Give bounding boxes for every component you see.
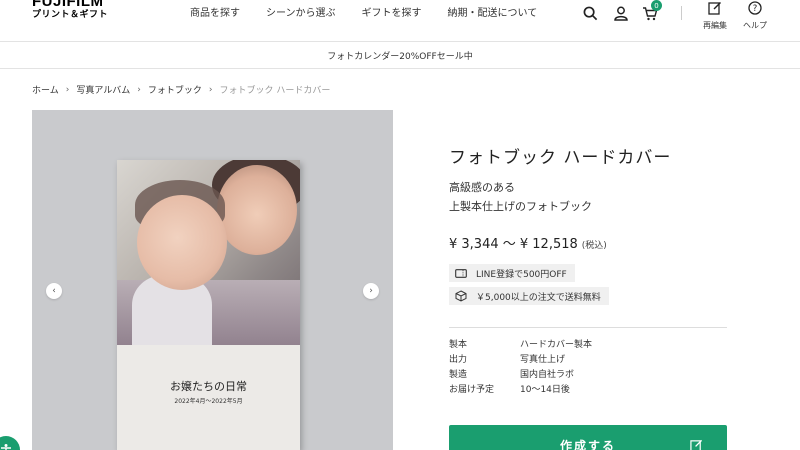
chevron-left-icon: ‹ bbox=[52, 286, 56, 296]
main-nav: 商品を探す シーンから選ぶ ギフトを探す 納期・配送について bbox=[190, 4, 537, 19]
search-icon[interactable] bbox=[580, 3, 600, 23]
help-label: ヘルプ bbox=[743, 21, 767, 30]
breadcrumb: ホーム › 写真アルバム › フォトブック › フォトブック ハードカバー bbox=[32, 83, 331, 97]
svg-text:?: ? bbox=[753, 4, 758, 14]
spec-key: 製本 bbox=[449, 340, 468, 350]
product-description: 高級感のある 上製本仕上げのフォトブック bbox=[449, 178, 592, 216]
banner-text: フォトカレンダー20%OFFセール中 bbox=[327, 51, 473, 62]
shipping-promo-badge: ￥5,000以上の注文で送料無料 bbox=[449, 287, 609, 305]
logo-text: FUJIFILM bbox=[32, 0, 104, 10]
product-price: ¥ 3,344 ～ ¥ 12,518 (税込) bbox=[449, 233, 607, 252]
spec-key: 出力 bbox=[449, 355, 468, 365]
product-desc-line: 高級感のある bbox=[449, 181, 515, 194]
book-cover-date: 2022年4月～2022年5月 bbox=[174, 398, 243, 405]
reorder-link[interactable]: 再編集 bbox=[695, 0, 735, 31]
price-range: ¥ 3,344 ～ ¥ 12,518 bbox=[449, 237, 578, 252]
account-icon[interactable] bbox=[611, 3, 631, 23]
help-icon: ? bbox=[748, 1, 762, 15]
spec-row: 製本 ハードカバー製本 bbox=[449, 336, 592, 351]
create-button[interactable]: 作成する bbox=[449, 425, 727, 450]
product-title: フォトブック ハードカバー bbox=[449, 148, 672, 168]
cart-count-badge: 0 bbox=[651, 0, 662, 11]
gallery-next-button[interactable]: › bbox=[363, 283, 379, 299]
sale-banner[interactable]: フォトカレンダー20%OFFセール中 bbox=[0, 41, 800, 69]
product-image-gallery[interactable]: お嬢たちの日常 2022年4月～2022年5月 ‹ › bbox=[32, 110, 393, 450]
create-button-label: 作成する bbox=[559, 438, 616, 450]
breadcrumb-current: フォトブック ハードカバー bbox=[219, 86, 331, 96]
chevron-right-icon: › bbox=[208, 84, 213, 95]
spec-row: お届け予定 10〜14日後 bbox=[449, 381, 592, 396]
spec-divider bbox=[449, 327, 727, 328]
book-cover-title: お嬢たちの日常 bbox=[170, 380, 247, 393]
help-link[interactable]: ? ヘルプ bbox=[735, 0, 775, 31]
spec-row: 出力 写真仕上げ bbox=[449, 351, 592, 366]
product-image-photobook: お嬢たちの日常 2022年4月～2022年5月 bbox=[117, 160, 300, 450]
header-divider bbox=[681, 6, 682, 20]
nav-item-scenes[interactable]: シーンから選ぶ bbox=[266, 4, 336, 19]
breadcrumb-albums[interactable]: 写真アルバム bbox=[76, 83, 130, 96]
product-specs: 製本 ハードカバー製本 出力 写真仕上げ 製造 国内自社ラボ お届け予定 10〜… bbox=[449, 336, 592, 396]
box-icon bbox=[454, 289, 468, 303]
gallery-prev-button[interactable]: ‹ bbox=[46, 283, 62, 299]
chevron-right-icon: › bbox=[137, 84, 141, 95]
line-promo-badge[interactable]: LINE登録で500円OFF bbox=[449, 264, 575, 282]
nav-item-delivery[interactable]: 納期・配送について bbox=[448, 4, 538, 19]
tax-note: (税込) bbox=[581, 241, 607, 251]
accessibility-button[interactable] bbox=[0, 436, 20, 450]
edit-icon bbox=[690, 439, 703, 450]
logo-subtext: プリント＆ギフト bbox=[32, 10, 109, 20]
shipping-promo-text: ￥5,000以上の注文で送料無料 bbox=[476, 292, 601, 303]
ticket-icon bbox=[454, 266, 468, 280]
edit-icon bbox=[708, 2, 721, 15]
chevron-right-icon: › bbox=[65, 84, 70, 95]
spec-key: お届け予定 bbox=[449, 385, 495, 395]
spec-value: 写真仕上げ bbox=[520, 355, 566, 365]
site-header: FUJIFILM プリント＆ギフト 商品を探す シーンから選ぶ ギフトを探す 納… bbox=[0, 0, 800, 42]
line-promo-text: LINE登録で500円OFF bbox=[476, 269, 567, 280]
spec-value: ハードカバー製本 bbox=[520, 340, 593, 350]
nav-item-products[interactable]: 商品を探す bbox=[190, 4, 240, 19]
spec-key: 製造 bbox=[449, 370, 468, 380]
logo[interactable]: FUJIFILM プリント＆ギフト bbox=[32, 0, 108, 20]
chevron-right-icon: › bbox=[369, 286, 373, 296]
cover-photo bbox=[117, 160, 300, 345]
spec-value: 国内自社ラボ bbox=[520, 370, 575, 380]
product-desc-line: 上製本仕上げのフォトブック bbox=[449, 200, 592, 213]
spec-value: 10〜14日後 bbox=[520, 385, 570, 395]
reorder-label: 再編集 bbox=[703, 21, 727, 30]
nav-item-gifts[interactable]: ギフトを探す bbox=[362, 4, 422, 19]
spec-row: 製造 国内自社ラボ bbox=[449, 366, 592, 381]
breadcrumb-home[interactable]: ホーム bbox=[32, 83, 59, 96]
breadcrumb-photobook[interactable]: フォトブック bbox=[148, 83, 202, 96]
accessibility-icon bbox=[1, 444, 11, 450]
